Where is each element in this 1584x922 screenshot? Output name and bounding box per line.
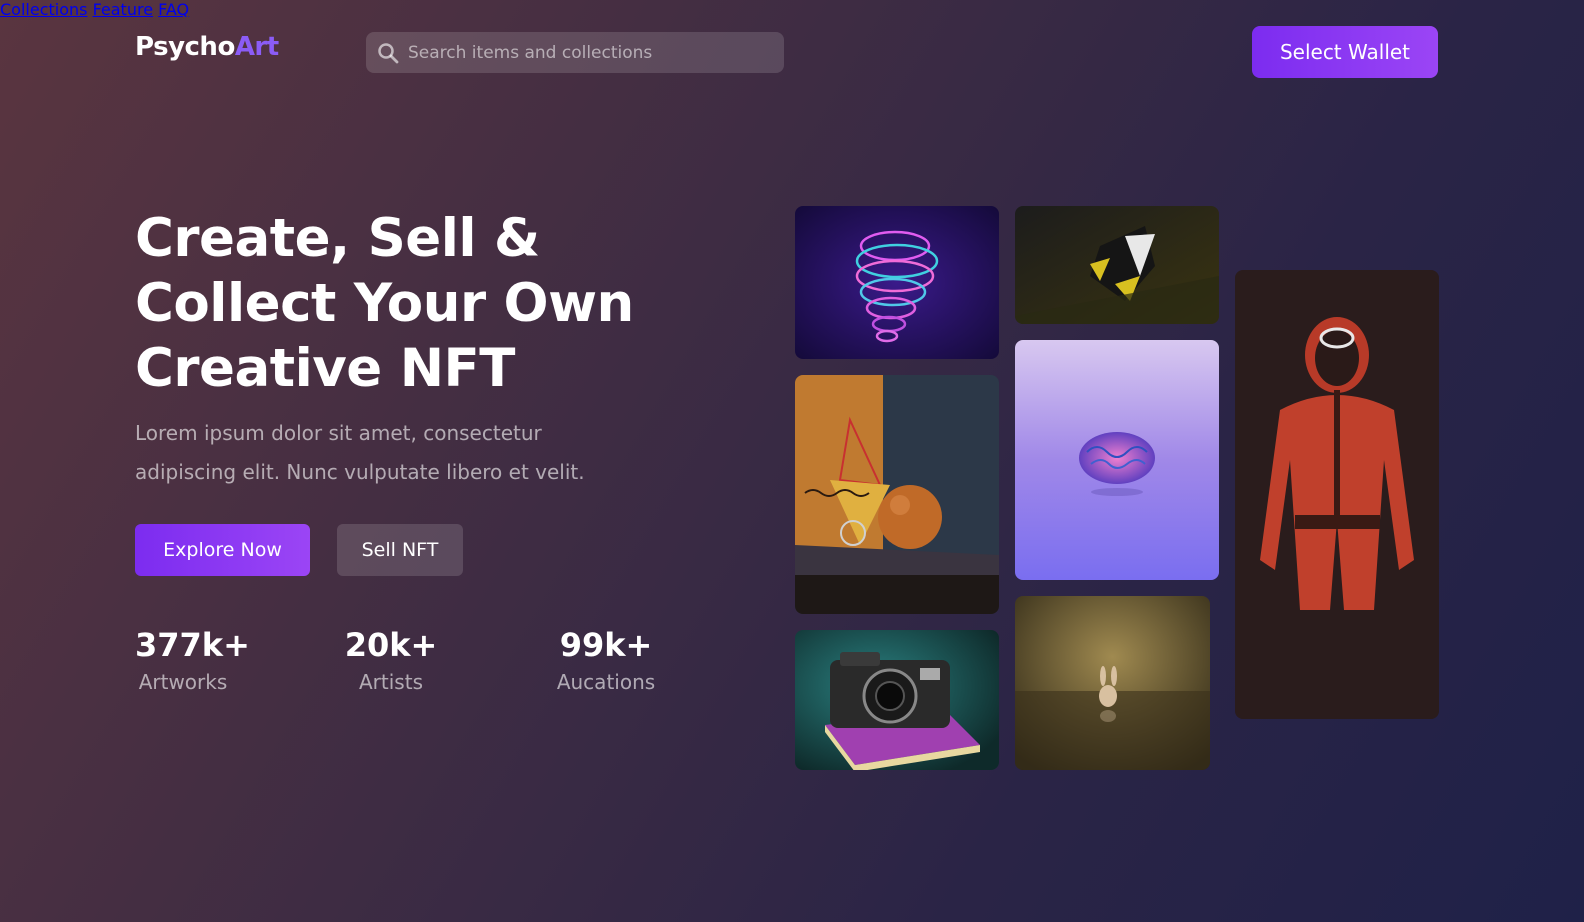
logo[interactable]: PsychoArt [135,32,279,62]
logo-part1: Psycho [135,32,235,62]
bunny-figure-art[interactable] [1015,596,1210,770]
sell-nft-button[interactable]: Sell NFT [337,524,463,576]
red-suit-figure-art[interactable] [1235,270,1439,719]
stat-aucations: 99k+ Aucations [546,626,666,694]
hero-title-line1: Create, Sell & [135,208,540,269]
hero-description: Lorem ipsum dolor sit amet, consectetur … [135,414,655,492]
search-bar[interactable] [366,32,784,73]
nav-feature[interactable]: Feature [93,0,153,19]
hero-title: Create, Sell & Collect Your Own Creative… [135,206,735,401]
search-input[interactable] [408,42,784,63]
stat-label: Aucations [556,670,656,694]
hero-description-line1: Lorem ipsum dolor sit amet, consectetur [135,421,542,445]
stat-label: Artists [359,670,423,694]
logo-part2: Art [234,32,279,62]
stat-value: 377k+ [135,626,250,664]
stat-value: 99k+ [559,626,653,664]
camera-book-art[interactable] [795,630,999,770]
neon-skull-art[interactable] [795,206,999,359]
stat-value: 20k+ [344,626,438,664]
explore-now-button[interactable]: Explore Now [135,524,310,576]
hero-description-line2: adipiscing elit. Nunc vulputate libero e… [135,460,585,484]
orange-sphere-art[interactable] [795,375,999,614]
nav-faq[interactable]: FAQ [158,0,189,19]
select-wallet-button[interactable]: Select Wallet [1252,26,1438,78]
yellow-geometric-art[interactable] [1015,206,1219,324]
stat-artists: 20k+ Artists [340,626,442,694]
hero-title-line3: Creative NFT [135,338,515,399]
hero-title-line2: Collect Your Own [135,273,634,334]
main-nav: Collections Feature FAQ [0,0,1584,19]
search-icon [378,42,399,63]
nav-collections[interactable]: Collections [0,0,87,19]
stat-label: Artworks [138,670,228,694]
stat-artworks: 377k+ Artworks [135,626,250,694]
brain-art[interactable] [1015,340,1219,580]
